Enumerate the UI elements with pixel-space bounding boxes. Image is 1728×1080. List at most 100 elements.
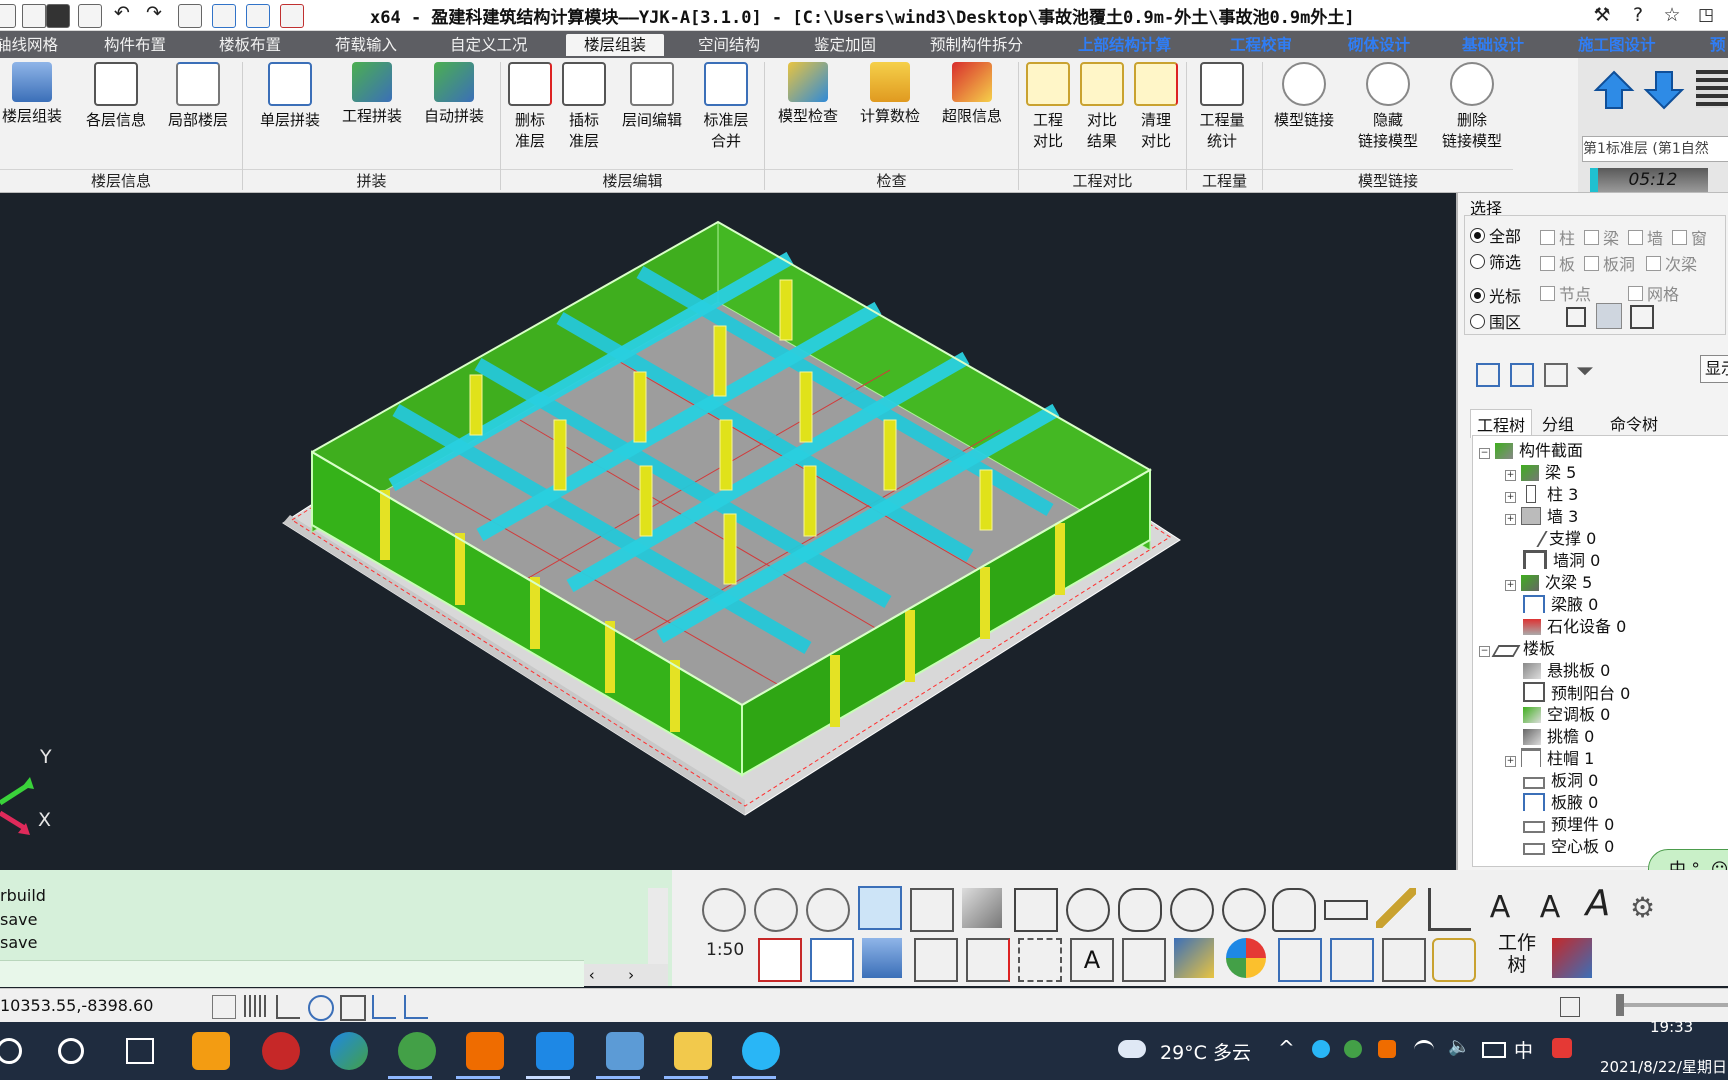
color-wheel-icon[interactable]: [1226, 938, 1266, 978]
display-button[interactable]: 显示: [1700, 355, 1728, 383]
merge-std-floor-button[interactable]: 标准层 合并: [696, 60, 756, 152]
layout-icon[interactable]: [1560, 997, 1580, 1017]
model-link-button[interactable]: 模型链接: [1266, 60, 1342, 131]
tray-sogou-icon[interactable]: [1552, 1038, 1572, 1058]
floor-assembly-button[interactable]: 楼层组装: [0, 60, 70, 127]
favorite-icon[interactable]: ☆: [1660, 3, 1684, 27]
vertical-scrollbar[interactable]: [648, 888, 668, 970]
select-mode-single-icon[interactable]: [1566, 307, 1586, 327]
lock-icon[interactable]: [1432, 938, 1476, 982]
wifi-icon[interactable]: [1414, 1040, 1434, 1059]
gear-app-icon[interactable]: [466, 1032, 504, 1070]
paint-layer-icon[interactable]: [914, 938, 958, 982]
insert-std-floor-button[interactable]: 插标 准层: [560, 60, 608, 152]
paste-view-icon[interactable]: [1330, 938, 1374, 982]
floor-up-icon[interactable]: [1592, 68, 1636, 112]
check-secondary-beam[interactable]: 次梁: [1646, 251, 1697, 275]
floor-down-icon[interactable]: [1642, 68, 1686, 112]
move-view-icon[interactable]: [1382, 938, 1426, 982]
clock-time[interactable]: 19:33: [1650, 1018, 1693, 1036]
tab-member-layout[interactable]: 构件布置: [104, 34, 166, 56]
tab-group[interactable]: 分组: [1542, 411, 1574, 435]
zoom-slider[interactable]: [1618, 1003, 1728, 1007]
check-slab-hole[interactable]: 板洞: [1584, 251, 1635, 275]
floor-stack-icon[interactable]: [1696, 70, 1728, 108]
tab-upper-calc[interactable]: 上部结构计算: [1078, 34, 1171, 56]
command-history[interactable]: rbuild save save ‹ ›: [0, 870, 672, 987]
radio-filter[interactable]: 筛选: [1470, 249, 1521, 273]
export-pdf-icon[interactable]: [758, 938, 802, 982]
single-assembly-button[interactable]: 单层拼装: [252, 60, 328, 131]
tree-node[interactable]: − 楼板: [1479, 638, 1555, 660]
trim-icon[interactable]: [754, 888, 798, 932]
tray-app3-icon[interactable]: [1378, 1040, 1396, 1058]
tree-node[interactable]: 梁腋 0: [1523, 594, 1598, 616]
tree-node[interactable]: 预埋件 0: [1523, 814, 1614, 836]
task-view-icon[interactable]: [126, 1038, 154, 1064]
tray-app1-icon[interactable]: [1312, 1040, 1330, 1058]
check-column[interactable]: 柱: [1540, 225, 1575, 249]
horizontal-scrollbar[interactable]: ‹ ›: [584, 964, 668, 986]
zoom-window-icon[interactable]: [1222, 888, 1266, 932]
tab-command-tree[interactable]: 命令树: [1610, 411, 1658, 435]
text-zoom-out-icon[interactable]: A: [1530, 888, 1570, 928]
video-app-icon[interactable]: [742, 1032, 780, 1070]
tree-copy-icon[interactable]: [1544, 363, 1568, 387]
ime-indicator[interactable]: 中: [1514, 1036, 1533, 1063]
hide-link-model-button[interactable]: 隐藏 链接模型: [1348, 60, 1428, 152]
overlimit-info-button[interactable]: 超限信息: [934, 60, 1010, 127]
feedback-icon[interactable]: ◳: [1694, 3, 1718, 27]
text-style-icon[interactable]: A: [1578, 884, 1618, 924]
scissors-icon[interactable]: [702, 888, 746, 932]
app-red-icon[interactable]: [262, 1032, 300, 1070]
tree-node[interactable]: 挑檐 0: [1523, 726, 1594, 748]
select-mode-multi-icon[interactable]: [1596, 303, 1622, 329]
tray-app2-icon[interactable]: [1344, 1040, 1362, 1058]
text-box-icon[interactable]: A: [1070, 938, 1114, 982]
image-viewer-icon[interactable]: [674, 1032, 712, 1070]
save-as-icon[interactable]: [78, 4, 102, 28]
grid-icon[interactable]: [244, 995, 266, 1017]
filter-icon[interactable]: ⏷: [1576, 359, 1594, 384]
tab-slab-layout[interactable]: 楼板布置: [219, 34, 281, 56]
radio-cursor[interactable]: 光标: [1470, 283, 1521, 307]
check-window[interactable]: 窗: [1672, 225, 1707, 249]
delete-link-model-button[interactable]: 删除 链接模型: [1432, 60, 1512, 152]
snap-icon[interactable]: [212, 995, 236, 1019]
tab-project-tree[interactable]: 工程树: [1470, 409, 1533, 438]
project-compare-button[interactable]: 工程 对比: [1024, 60, 1072, 152]
app-menu-icon[interactable]: [0, 4, 16, 28]
tab-drawing[interactable]: 施工图设计: [1578, 34, 1656, 56]
tracking-icon[interactable]: [404, 995, 428, 1019]
tab-masonry[interactable]: 砌体设计: [1348, 34, 1410, 56]
tab-precast-split[interactable]: 预制构件拆分: [930, 34, 1023, 56]
delete-std-floor-button[interactable]: 删标 准层: [506, 60, 554, 152]
check-beam[interactable]: 梁: [1584, 225, 1619, 249]
battery-icon[interactable]: [1482, 1042, 1506, 1058]
interfloor-edit-button[interactable]: 层间编辑: [616, 60, 688, 131]
floor-info-button[interactable]: 各层信息: [78, 60, 154, 131]
tab-custom-case[interactable]: 自定义工况: [450, 34, 528, 56]
list-view-icon[interactable]: [1122, 938, 1166, 982]
home-view-icon[interactable]: [1014, 888, 1058, 932]
model-viewport[interactable]: Y X: [0, 193, 1456, 869]
tree-collapse-icon[interactable]: [1510, 363, 1534, 387]
tree-node[interactable]: + 次梁 5: [1505, 572, 1592, 594]
tree-node[interactable]: 石化设备 0: [1523, 616, 1626, 638]
frame-icon[interactable]: [340, 995, 366, 1021]
tree-node[interactable]: + 梁 5: [1505, 462, 1576, 484]
tree-expand-icon[interactable]: [1476, 363, 1500, 387]
search-app-icon[interactable]: [192, 1032, 230, 1070]
model-check-button[interactable]: 模型检查: [770, 60, 846, 127]
export-icon[interactable]: [246, 4, 270, 28]
orbit-icon[interactable]: [1066, 888, 1110, 932]
weather-text[interactable]: 29°C 多云: [1160, 1038, 1251, 1065]
report-icon[interactable]: [1552, 938, 1592, 978]
clear-compare-button[interactable]: 清理 对比: [1132, 60, 1180, 152]
shaded-view-icon[interactable]: [962, 888, 1002, 928]
project-assembly-button[interactable]: 工程拼装: [334, 60, 410, 127]
tab-more[interactable]: 预: [1710, 34, 1726, 56]
tree-node[interactable]: + 柱帽 1: [1505, 748, 1594, 770]
tree-node[interactable]: − 构件截面: [1479, 440, 1583, 462]
floor-selector[interactable]: 第1标准层 (第1自然: [1582, 136, 1728, 162]
